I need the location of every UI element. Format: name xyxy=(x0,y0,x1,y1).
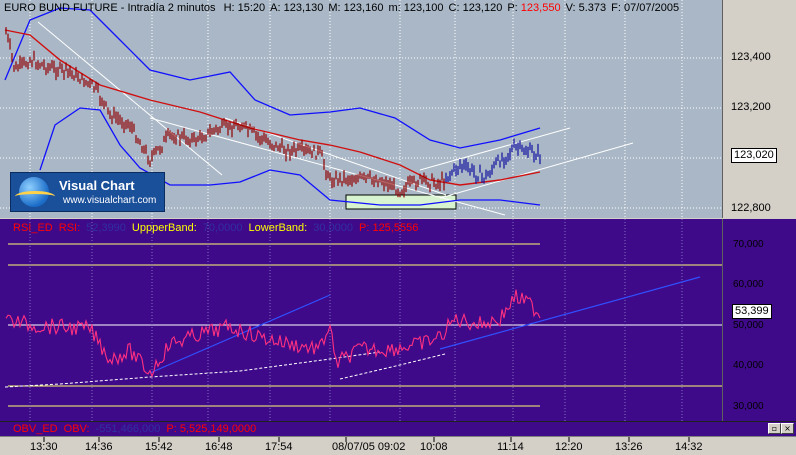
stat-item: M: 123,160 xyxy=(328,2,383,14)
stat-label: A: xyxy=(270,2,281,14)
stat-value: 123,100 xyxy=(400,2,444,14)
price-scale-label: 122,800 xyxy=(731,202,771,214)
rsi-signal-line xyxy=(4,351,381,388)
time-axis-label: 16:48 xyxy=(205,441,233,453)
rsi-pane[interactable]: RSI_ED RSI: 52,3990 UppperBand: 70,0000 Lower… xyxy=(0,219,796,421)
stat-value: 123,120 xyxy=(459,2,503,14)
bollinger-upper xyxy=(4,7,541,149)
price-scale-label: 123,200 xyxy=(731,101,771,113)
stat-label: C: xyxy=(448,2,460,14)
logo-brand: Visual Chart xyxy=(59,178,135,193)
current-rsi-marker: 53,399 xyxy=(732,304,772,319)
rsi-scale-label: 70,000 xyxy=(733,239,764,250)
trend-line xyxy=(439,142,634,199)
time-axis-label: 14:32 xyxy=(675,441,703,453)
stat-value: 123,130 xyxy=(280,2,324,14)
symbol-title: EURO BUND FUTURE - Intradía 2 minutos xyxy=(4,2,216,14)
stat-item: A: 123,130 xyxy=(270,2,323,14)
stat-item: H: 15:20 xyxy=(224,2,266,14)
rsi-chart[interactable] xyxy=(0,219,722,421)
rsi-pane-header: RSI_ED RSI: 52,3990 UppperBand: 70,0000 Lower… xyxy=(13,222,424,234)
trend-line xyxy=(419,127,571,171)
obv-pane-header: OBV_ED OBV: -551,466,000 P: 5,525,149,0000 xyxy=(13,423,262,435)
time-axis-label: 14:36 xyxy=(85,441,113,453)
stat-label: P: xyxy=(507,2,518,14)
logo-url: www.visualchart.com xyxy=(63,195,157,206)
current-price-marker: 123,020 xyxy=(731,148,777,163)
indicator-param: 70,0000 xyxy=(202,222,243,234)
rsi-scale-label: 50,000 xyxy=(733,320,764,331)
stat-value: 5.373 xyxy=(575,2,607,14)
stat-item: C: 123,120 xyxy=(449,2,503,14)
visual-chart-logo[interactable]: Visual Chart www.visualchart.com xyxy=(10,172,165,212)
rsi-scale[interactable]: 70,000 60,000 50,000 40,000 30,000 xyxy=(723,219,796,421)
stat-value: 15:20 xyxy=(234,2,266,14)
time-axis-label: 12:20 xyxy=(555,441,583,453)
rsi-signal-line xyxy=(339,353,446,380)
time-axis-label: 11:14 xyxy=(497,441,524,453)
indicator-param: 30,0000 xyxy=(313,222,353,234)
stat-label: m: xyxy=(388,2,401,14)
rsi-scale-label: 60,000 xyxy=(733,279,764,290)
indicator-param: RSI: xyxy=(58,222,81,234)
stat-value: 07/07/2005 xyxy=(620,2,680,14)
stat-label: F: xyxy=(611,2,621,14)
obv-restore-button[interactable]: ▫ xyxy=(768,423,781,434)
stat-item: V: 5.373 xyxy=(566,2,607,14)
indicator-param: LowerBand: xyxy=(248,222,308,234)
obv-close-button[interactable]: × xyxy=(781,423,794,434)
rsi-line xyxy=(5,289,541,378)
time-axis-label: 17:54 xyxy=(265,441,293,453)
time-axis-label: 10:08 xyxy=(420,441,448,453)
obv-pane[interactable]: OBV_ED OBV: -551,466,000 P: 5,525,149,0000 … xyxy=(0,421,796,436)
time-axis-label: 08/07/05 09:02 xyxy=(332,441,406,453)
price-scale[interactable]: 123,400 123,200 122,800 xyxy=(723,0,796,218)
stat-label: V: xyxy=(565,2,576,14)
trend-line xyxy=(37,21,223,176)
stat-item: m: 123,100 xyxy=(388,2,443,14)
time-axis-label: 13:26 xyxy=(615,441,643,453)
stat-label: H: xyxy=(223,2,235,14)
time-axis-label: 13:30 xyxy=(30,441,58,453)
indicator-param: P: 5,525,149,0000 xyxy=(166,423,257,435)
time-axis-label: 15:42 xyxy=(145,441,173,453)
stat-value: 123,550 xyxy=(517,2,561,14)
stat-item: F: 07/07/2005 xyxy=(611,2,679,14)
rsi-scale-label: 40,000 xyxy=(733,360,764,371)
indicator-param: OBV_ED xyxy=(13,423,58,435)
indicator-param: P: 125,5556 xyxy=(359,222,419,234)
indicator-param: -551,466,000 xyxy=(95,423,161,435)
indicator-param: UppperBand: xyxy=(131,222,197,234)
price-stats: H: 15:20 A: 123,130 M: 123,160 m: 123,100 C:… xyxy=(219,2,680,14)
rsi-scale-label: 30,000 xyxy=(733,401,764,412)
stat-value: 123,160 xyxy=(340,2,384,14)
rsi-trend-line xyxy=(439,276,701,350)
logo-swoosh-icon xyxy=(15,191,55,202)
indicator-param: RSI_ED xyxy=(13,222,53,234)
price-pane-header: EURO BUND FUTURE - Intradía 2 minutos H:… xyxy=(4,2,679,14)
indicator-param: 52,3990 xyxy=(86,222,126,234)
rsi-plot-area[interactable] xyxy=(0,219,723,421)
indicator-param: OBV: xyxy=(63,423,90,435)
stat-item: P: 123,550 xyxy=(507,2,560,14)
rsi-trend-line xyxy=(149,294,331,374)
price-scale-label: 123,400 xyxy=(731,51,771,63)
stat-label: M: xyxy=(328,2,341,14)
price-pane[interactable]: EURO BUND FUTURE - Intradía 2 minutos H:… xyxy=(0,0,796,218)
